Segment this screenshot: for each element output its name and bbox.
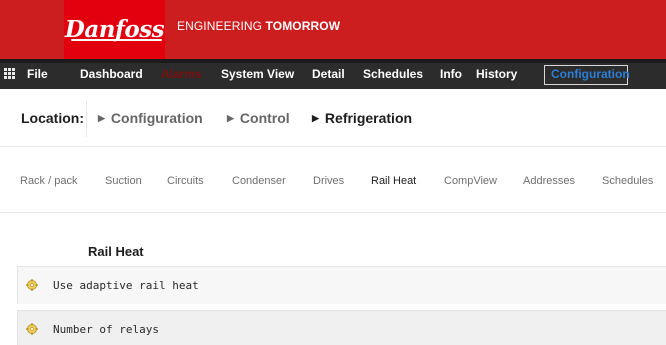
- breadcrumb-item-configuration[interactable]: ▶ Configuration: [98, 110, 203, 126]
- menu-item-alarms[interactable]: Alarms: [161, 67, 202, 81]
- breadcrumb-item-label: Configuration: [110, 110, 203, 126]
- menu-item-configuration[interactable]: Configuration: [551, 67, 630, 81]
- breadcrumb: Location: ▶ Configuration ▶ Control ▶ Refri…: [0, 89, 666, 147]
- gear-icon: [26, 323, 38, 335]
- breadcrumb-label: Location:: [21, 110, 84, 126]
- tab-compview[interactable]: CompView: [444, 175, 497, 187]
- tagline-bold: TOMORROW: [265, 19, 341, 33]
- logo-text: Danfoss: [64, 16, 165, 43]
- grid-menu-icon[interactable]: [4, 68, 16, 80]
- breadcrumb-divider: [86, 101, 87, 137]
- menu-item-detail[interactable]: Detail: [312, 67, 345, 81]
- tab-suction[interactable]: Suction: [105, 175, 142, 187]
- tab-rack-pack[interactable]: Rack / pack: [20, 175, 77, 187]
- triangle-right-icon: ▶: [312, 113, 319, 123]
- app-header: Danfoss ENGINEERING TOMORROW: [0, 0, 666, 59]
- tab-rail-heat[interactable]: Rail Heat: [371, 175, 416, 187]
- triangle-right-icon: ▶: [227, 113, 234, 123]
- tab-schedules[interactable]: Schedules: [602, 175, 653, 187]
- menu-item-file[interactable]: File: [27, 67, 48, 81]
- param-label: Use adaptive rail heat: [53, 279, 199, 292]
- main-menu-bar: File Dashboard Alarms System View Detail…: [0, 59, 666, 89]
- tab-addresses[interactable]: Addresses: [523, 175, 575, 187]
- breadcrumb-item-control[interactable]: ▶ Control: [227, 110, 290, 126]
- gear-icon: [26, 279, 38, 291]
- menu-item-system-view[interactable]: System View: [221, 67, 294, 81]
- tagline-prefix: ENGINEERING: [177, 19, 266, 33]
- menu-item-history[interactable]: History: [476, 67, 517, 81]
- breadcrumb-item-refrigeration[interactable]: ▶ Refrigeration: [312, 110, 412, 126]
- config-tabs: Rack / pack Suction Circuits Condenser D…: [0, 147, 666, 213]
- section-title: Rail Heat: [88, 244, 144, 259]
- menu-item-schedules[interactable]: Schedules: [363, 67, 423, 81]
- param-row-number-of-relays[interactable]: Number of relays: [17, 310, 666, 345]
- param-row-adaptive-rail-heat[interactable]: Use adaptive rail heat: [17, 266, 666, 304]
- tab-drives[interactable]: Drives: [313, 175, 344, 187]
- tagline: ENGINEERING TOMORROW: [177, 19, 340, 33]
- menu-item-dashboard[interactable]: Dashboard: [80, 67, 143, 81]
- danfoss-logo: Danfoss: [64, 0, 165, 59]
- breadcrumb-item-label: Control: [239, 110, 290, 126]
- tab-condenser[interactable]: Condenser: [232, 175, 286, 187]
- tab-circuits[interactable]: Circuits: [167, 175, 204, 187]
- breadcrumb-item-label: Refrigeration: [324, 110, 413, 126]
- menu-item-info[interactable]: Info: [440, 67, 462, 81]
- param-label: Number of relays: [53, 323, 159, 336]
- triangle-right-icon: ▶: [98, 113, 105, 123]
